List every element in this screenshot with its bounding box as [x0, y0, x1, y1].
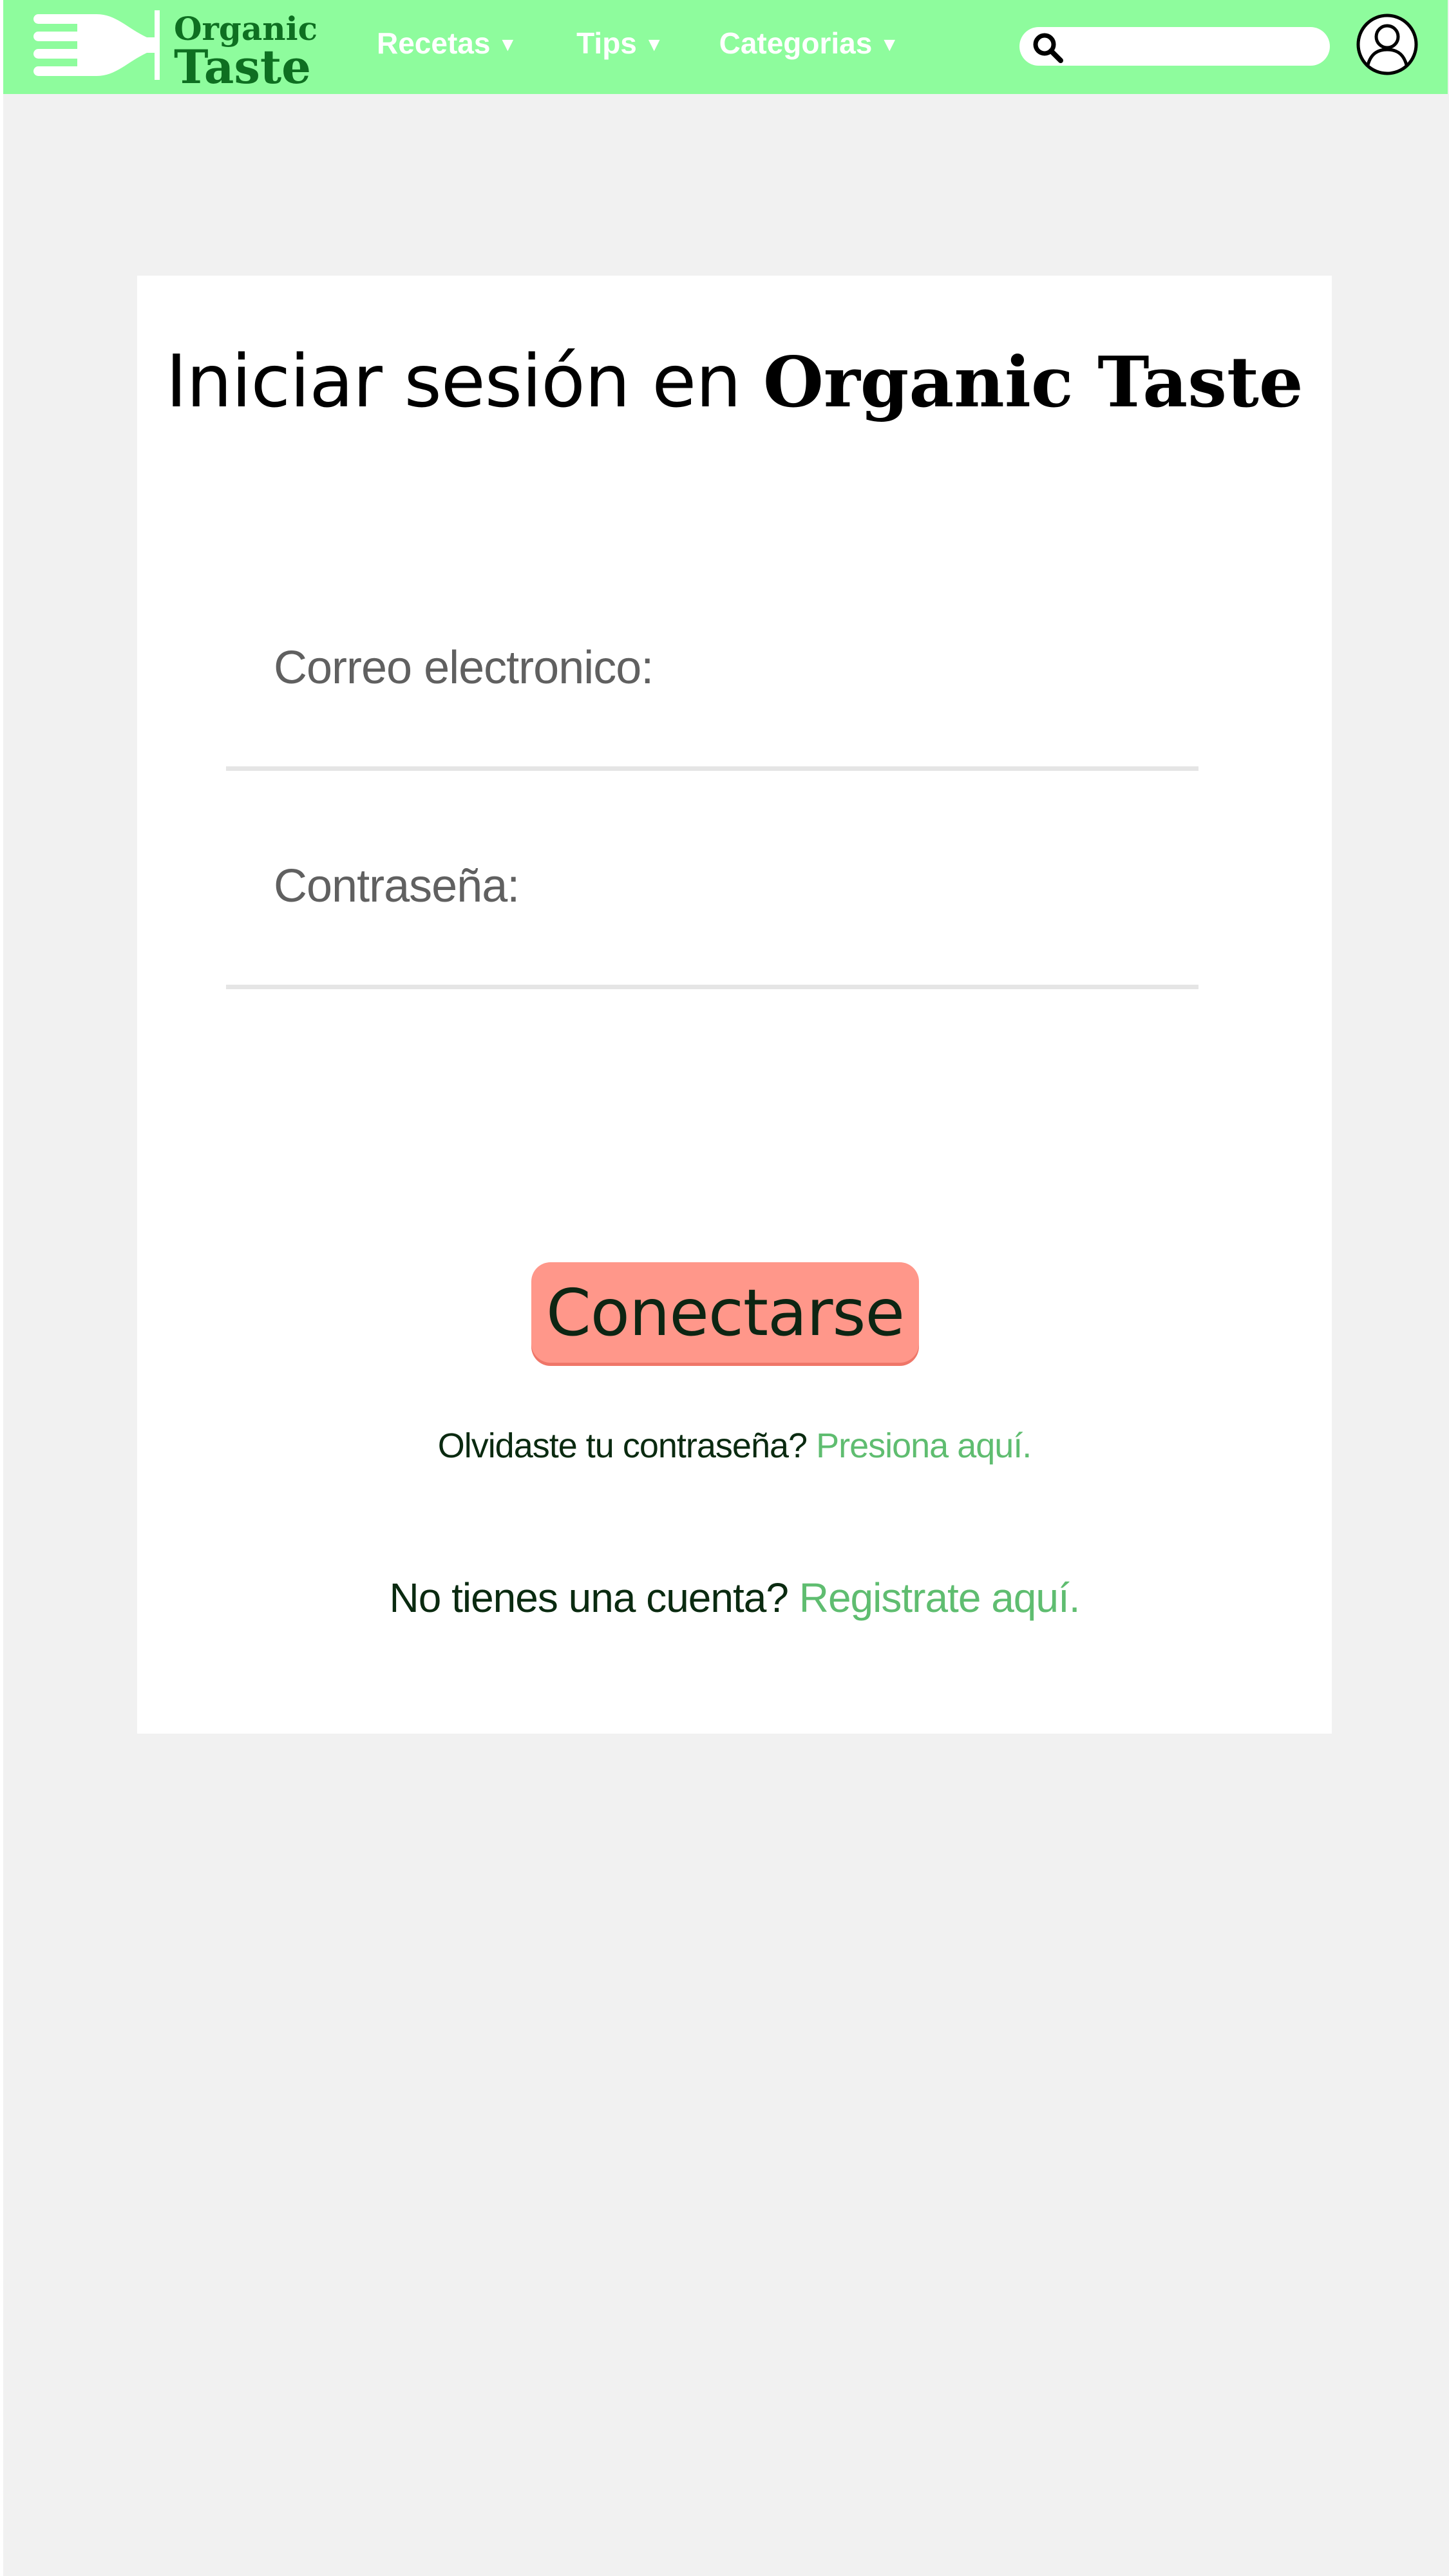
- user-account-icon[interactable]: [1356, 13, 1419, 76]
- password-underline: [226, 985, 1198, 989]
- login-card: Iniciar sesión en Organic Taste Correo e…: [137, 276, 1332, 1734]
- register-row: No tienes una cuenta? Registrate aquí.: [137, 1574, 1332, 1622]
- main-nav: Recetas ▼ Tips ▼ Categorias ▼: [377, 26, 899, 61]
- forgot-password-text: Olvidaste tu contraseña?: [437, 1426, 808, 1465]
- password-input[interactable]: [274, 924, 1191, 977]
- nav-item-categorias[interactable]: Categorias ▼: [719, 26, 899, 61]
- search-bar: [1019, 27, 1330, 66]
- site-logo[interactable]: Organic Taste: [32, 10, 317, 90]
- connect-button[interactable]: Conectarse: [531, 1262, 919, 1363]
- title-brand: Organic Taste: [762, 342, 1303, 423]
- forgot-password-row: Olvidaste tu contraseña? Presiona aquí.: [137, 1426, 1332, 1466]
- password-field: Contraseña:: [226, 860, 1198, 989]
- nav-item-tips[interactable]: Tips ▼: [576, 26, 663, 61]
- nav-item-label: Recetas: [377, 26, 491, 60]
- fork-logo-icon: [33, 10, 160, 80]
- page-title: Iniciar sesión en Organic Taste: [137, 340, 1332, 424]
- search-icon[interactable]: [1031, 31, 1065, 64]
- caret-down-icon: ▼: [880, 34, 900, 55]
- logo-wordmark: Organic Taste: [174, 13, 317, 90]
- caret-down-icon: ▼: [498, 34, 518, 55]
- title-prefix: Iniciar sesión en: [166, 340, 741, 424]
- email-label: Correo electronico:: [274, 642, 654, 694]
- password-label: Contraseña:: [274, 860, 520, 912]
- top-navbar: Organic Taste Recetas ▼ Tips ▼ Categoria…: [3, 0, 1448, 94]
- nav-item-label: Tips: [576, 26, 637, 60]
- search-input[interactable]: [1071, 31, 1318, 62]
- logo-line-2: Taste: [174, 39, 311, 94]
- nav-item-recetas[interactable]: Recetas ▼: [377, 26, 517, 61]
- nav-item-label: Categorias: [719, 26, 873, 60]
- email-field: Correo electronico:: [226, 641, 1198, 771]
- caret-down-icon: ▼: [644, 34, 664, 55]
- email-input[interactable]: [274, 706, 1191, 759]
- email-underline: [226, 766, 1198, 771]
- register-link[interactable]: Registrate aquí.: [799, 1575, 1081, 1621]
- register-text: No tienes una cuenta?: [389, 1575, 788, 1621]
- forgot-password-link[interactable]: Presiona aquí.: [816, 1426, 1032, 1465]
